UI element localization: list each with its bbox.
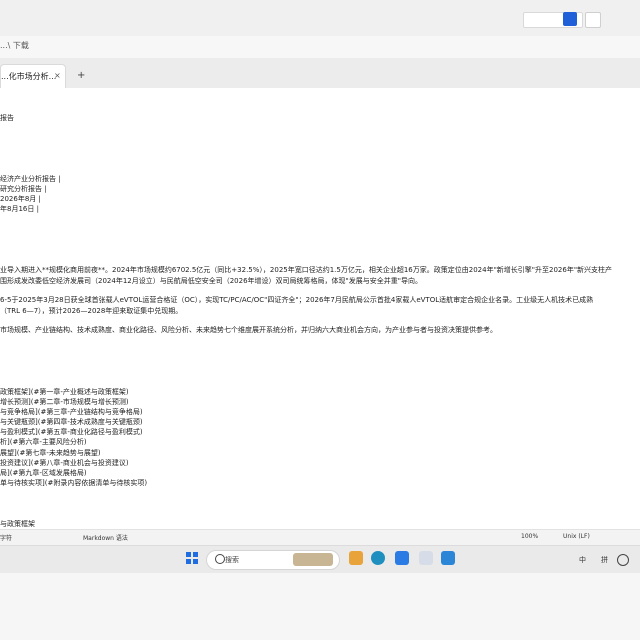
markdown-mode[interactable]: Markdown 语法 <box>83 533 128 542</box>
input-method-indicator[interactable]: 拼 <box>601 555 608 565</box>
line-ending[interactable]: Unix (LF) <box>563 533 590 540</box>
app-icon[interactable] <box>419 551 433 565</box>
file-explorer-icon[interactable] <box>349 551 363 565</box>
input-language-indicator[interactable]: 中 <box>579 555 586 565</box>
doc-line: 市场规模、产业链结构、技术成熟度、商业化路径、风险分析、未来趋势七个维度展开系统… <box>0 326 497 334</box>
app-icon[interactable] <box>563 12 577 26</box>
status-bar: 字符 Markdown 语法 100% Unix (LF) <box>0 529 640 546</box>
notepad-icon[interactable] <box>441 551 455 565</box>
section-heading: 与政策框架 <box>0 520 35 528</box>
taskbar: 搜索 中 拼 <box>0 545 640 574</box>
toc-link[interactable]: 局](#第九章-区域发展格局) <box>0 469 87 478</box>
doc-line: 6-5于2025年3月28日获全球首张载人eVTOL运营合格证（OC），实现TC… <box>0 296 594 304</box>
taskbar-search[interactable]: 搜索 <box>206 550 340 570</box>
doc-line: 2026年8月 | <box>0 195 41 203</box>
doc-line: 经济产业分析报告 | <box>0 175 61 183</box>
char-count: 字符 <box>0 535 13 542</box>
tab-close-icon[interactable]: × <box>54 71 61 80</box>
toc-link[interactable]: 展望](#第七章-未来趋势与展望) <box>0 449 101 458</box>
toc-link[interactable]: 与关键瓶颈](#第四章-技术成熟度与关键瓶颈) <box>0 418 143 427</box>
toc-link[interactable]: 与竞争格局](#第三章-产业链结构与竞争格局) <box>0 408 143 417</box>
window-titlebar <box>0 0 640 36</box>
toc-link[interactable]: 析](#第六章-主要风险分析) <box>0 438 87 447</box>
window-control-icon[interactable] <box>585 12 601 28</box>
tab-bar: ...化市场分析... × + <box>0 58 640 89</box>
search-highlight-image <box>293 553 333 566</box>
new-tab-icon[interactable]: + <box>77 70 85 81</box>
search-label: 搜索 <box>225 556 239 564</box>
toc-link[interactable]: 投资建议](#第八章-商业机会与投资建议) <box>0 459 129 468</box>
address-path: ...\ 下载 <box>0 41 29 50</box>
shield-icon[interactable] <box>395 551 409 565</box>
doc-line: 年8月16日 | <box>0 205 39 213</box>
edge-browser-icon[interactable] <box>371 551 385 565</box>
tab-document[interactable]: ...化市场分析... × <box>0 64 66 89</box>
zoom-level[interactable]: 100% <box>521 533 538 540</box>
search-icon <box>215 554 225 564</box>
tab-label: ...化市场分析... <box>1 72 57 81</box>
document-editor[interactable]: 报告 经济产业分析报告 | 研究分析报告 | 2026年8月 | 年8月16日 … <box>0 88 640 529</box>
doc-line: 业导入期进入**规模化商用前夜**。2024年市场规模约6702.5亿元（同比+… <box>0 266 613 274</box>
doc-line: 围形成发改委低空经济发展司（2024年12月设立）与民航局低空安全司（2026年… <box>0 277 422 285</box>
address-bar[interactable]: ...\ 下载 <box>0 36 640 58</box>
doc-line: 报告 <box>0 114 14 122</box>
windows-start-icon[interactable] <box>186 552 198 564</box>
doc-line: 研究分析报告 | <box>0 185 47 193</box>
network-icon[interactable] <box>617 554 629 566</box>
toc-link[interactable]: 增长预测](#第二章-市场规模与增长预测) <box>0 398 129 407</box>
toc-link[interactable]: 单与待核实项](#附录内容依据清单与待核实项) <box>0 479 147 488</box>
toc-link[interactable]: 政策框架](#第一章-产业概述与政策框架) <box>0 388 129 397</box>
desktop-background <box>0 573 640 640</box>
doc-line: （TRL 6—7），预计2026—2028年迎来取证集中兑现期。 <box>0 307 183 315</box>
toc-link[interactable]: 与盈利模式](#第五章-商业化路径与盈利模式) <box>0 428 143 437</box>
